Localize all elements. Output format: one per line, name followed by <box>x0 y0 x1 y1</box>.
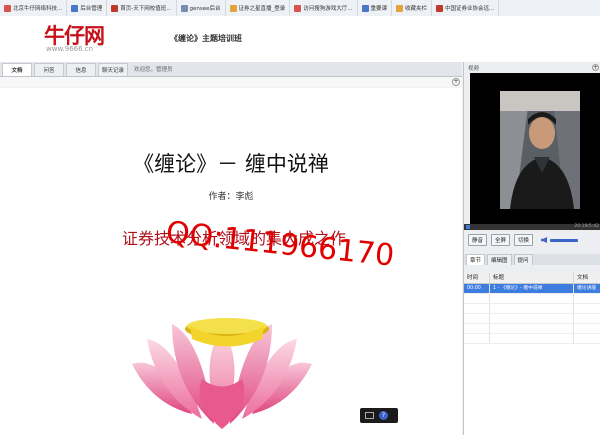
row-time: 00:00 <box>464 284 490 293</box>
bookmark-icon <box>4 4 11 12</box>
bookmark-label: 重要课 <box>370 6 388 12</box>
video-time: 20:19/5:42 <box>574 224 599 229</box>
table-row[interactable]: 00:00 1 - 《缠论》- 缠中说禅 缠论讲座 <box>464 284 600 294</box>
bookmark-item[interactable]: 后台管理 <box>67 0 108 16</box>
bookmark-icon <box>111 4 119 12</box>
tab-document[interactable]: 文档 <box>2 63 32 76</box>
volume-icon[interactable] <box>541 237 548 243</box>
player-control[interactable]: ? <box>360 408 398 423</box>
tab-qa[interactable]: 问答 <box>34 63 64 76</box>
bookmark-item[interactable]: 访问搜狗游戏大厅... <box>290 0 358 16</box>
table-row-empty <box>464 304 600 314</box>
bookmark-item[interactable]: gensee后台 <box>177 0 226 16</box>
logo-url: www.9666.cn <box>46 45 94 53</box>
bookmark-label: 中国证券业协会远... <box>445 6 495 12</box>
document-viewer: 《缠论》－ 缠中说禅 作者：李彪 证券技术分析领域的集大成之作 QQ:11196… <box>0 88 462 435</box>
doc-toolbar: + <box>0 77 462 87</box>
bookmark-label: 首页-天下网校值班... <box>120 6 172 12</box>
table-row-empty <box>464 294 600 304</box>
bookmark-label: 证券之星直播_登录 <box>238 6 286 12</box>
tab-info[interactable]: 信息 <box>66 63 96 76</box>
tab-chat-log[interactable]: 聊天记录 <box>98 63 128 76</box>
col-doc[interactable]: 文档 <box>574 273 600 283</box>
tab-questions[interactable]: 提问 <box>513 254 533 265</box>
table-header: 时间 标题 文档 <box>464 273 600 284</box>
col-time[interactable]: 时间 <box>464 273 490 283</box>
zoom-in-icon[interactable]: + <box>452 78 460 86</box>
bookmark-item[interactable]: 北京牛仔网络科技... <box>0 0 68 16</box>
welcome-text: 欢迎您，管理员 <box>134 67 173 73</box>
page-title: 《缠论》主题培训班 <box>170 34 242 43</box>
bookmark-label: 北京牛仔网络科技... <box>13 6 63 12</box>
document-author: 作者：李彪 <box>208 192 254 202</box>
bookmark-item[interactable]: 收藏夹栏 <box>392 0 433 16</box>
bookmark-label: 后台管理 <box>80 6 103 12</box>
bookmark-icon <box>180 4 188 12</box>
bookmark-label: 收藏夹栏 <box>405 6 428 12</box>
video-window[interactable] <box>470 73 600 224</box>
bookmark-icon <box>71 4 79 12</box>
side-panel: 视频 + 20:19/5:42 静音 全屏 切换 章节 编辑图 提问 时间 标题… <box>463 62 600 435</box>
tab-chapters[interactable]: 章节 <box>466 254 486 265</box>
fullscreen-button[interactable]: 全屏 <box>491 234 511 246</box>
bookmark-icon <box>436 4 444 12</box>
bookmark-label: 访问搜狗游戏大厅... <box>303 6 353 12</box>
screen-icon[interactable] <box>365 412 374 419</box>
col-title[interactable]: 标题 <box>490 273 574 283</box>
mute-button[interactable]: 静音 <box>468 234 488 246</box>
video-progress-bar[interactable]: 20:19/5:42 <box>464 224 600 230</box>
lotus-icon <box>132 318 312 429</box>
qq-watermark: QQ:111966170 <box>164 215 396 274</box>
volume-slider[interactable] <box>550 238 579 242</box>
bookmark-item[interactable]: 证券之星直播_登录 <box>226 0 291 16</box>
bookmark-icon <box>396 4 404 12</box>
switch-button[interactable]: 切换 <box>514 234 534 246</box>
row-title: 1 - 《缠论》- 缠中说禅 <box>490 284 574 293</box>
table-row-empty <box>464 334 600 344</box>
main-tabs: 文档 问答 信息 聊天记录 欢迎您，管理员 <box>0 62 462 77</box>
bookmark-label: gensee后台 <box>189 6 221 12</box>
bookmark-icon <box>361 4 369 12</box>
video-label: 视频 <box>468 66 480 72</box>
play-icon[interactable] <box>466 225 470 229</box>
side-tabs: 章节 编辑图 提问 <box>464 254 600 265</box>
table-row-empty <box>464 314 600 324</box>
chapter-table: 时间 标题 文档 00:00 1 - 《缠论》- 缠中说禅 缠论讲座 <box>464 273 600 435</box>
bookmark-item[interactable]: 中国证券业协会远... <box>432 0 500 16</box>
bookmark-icon <box>229 4 237 12</box>
presenter-video-icon <box>470 73 600 224</box>
bookmark-icon <box>294 4 302 12</box>
bookmark-item[interactable]: 重要课 <box>358 0 393 16</box>
row-doc: 缠论讲座 <box>577 286 597 291</box>
help-icon[interactable]: ? <box>379 411 388 420</box>
table-row-empty <box>464 324 600 334</box>
zoom-icon[interactable]: + <box>592 64 599 71</box>
document-title: 《缠论》－ 缠中说禅 <box>133 152 329 176</box>
bookmarks-bar: 北京牛仔网络科技... 后台管理 首页-天下网校值班... gensee后台 证券之星直… <box>0 0 600 17</box>
video-buttons: 静音 全屏 切换 <box>464 234 600 246</box>
bookmark-item[interactable]: 首页-天下网校值班... <box>107 0 177 16</box>
tab-edit[interactable]: 编辑图 <box>487 254 512 265</box>
